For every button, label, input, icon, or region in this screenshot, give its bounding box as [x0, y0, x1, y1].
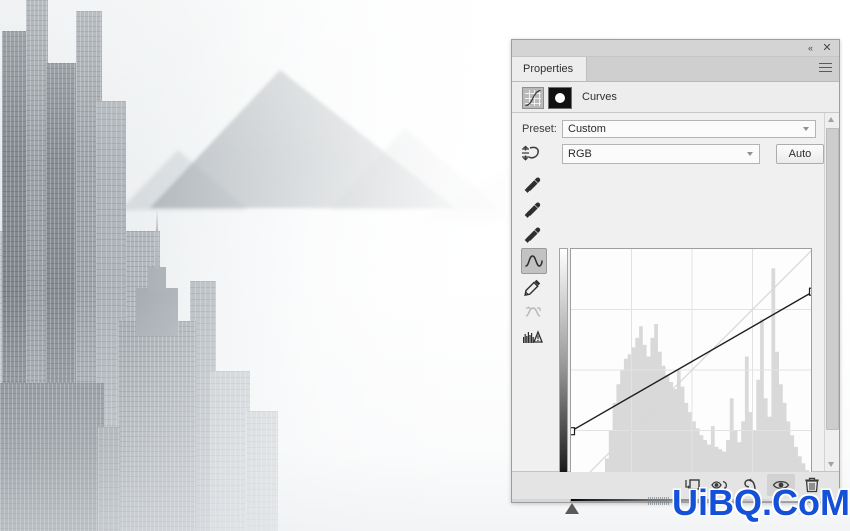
- curves-tool-column: [521, 173, 547, 350]
- scrollbar-thumb[interactable]: [826, 128, 839, 430]
- adjustment-title: Curves: [582, 91, 617, 103]
- panel-menu-icon[interactable]: [819, 63, 832, 74]
- sample-gray-point-eyedropper[interactable]: [521, 198, 545, 222]
- chevron-down-icon: [803, 127, 810, 131]
- panel-tab-row: Properties: [512, 57, 839, 82]
- on-image-adjustment-icon[interactable]: [520, 144, 542, 164]
- panel-titlebar: « ✕: [512, 40, 839, 57]
- curves-graph[interactable]: [570, 248, 812, 490]
- draw-curve-pencil-tool[interactable]: [521, 275, 545, 299]
- adjustment-header: Curves: [512, 82, 839, 113]
- curve-control-point[interactable]: [571, 427, 576, 436]
- channel-row: RGB Auto: [512, 144, 839, 164]
- preset-label: Preset:: [522, 123, 557, 135]
- empire-state-building-crown: [148, 267, 166, 293]
- curves-graph-area: Input: Output:: [559, 248, 813, 514]
- layer-mask-thumbnail[interactable]: [548, 87, 572, 109]
- sample-black-point-eyedropper[interactable]: [521, 173, 545, 197]
- watermark-text: UiBQ.CoM: [672, 482, 850, 523]
- tab-properties[interactable]: Properties: [512, 57, 588, 81]
- empire-state-building-body: [118, 321, 196, 531]
- preset-value: Custom: [568, 123, 606, 135]
- building: [246, 411, 278, 531]
- panel-scrollbar[interactable]: [824, 113, 839, 471]
- collapse-panel-icon[interactable]: «: [803, 41, 817, 55]
- building-foreground: [0, 383, 104, 531]
- curves-adjustment-icon: [522, 87, 544, 109]
- empire-state-building-spire: [155, 229, 159, 269]
- properties-panel: « ✕ Properties Curves Preset: Custom RGB…: [511, 39, 840, 514]
- panel-resize-grip[interactable]: [514, 489, 522, 497]
- building: [210, 371, 250, 531]
- preset-dropdown[interactable]: Custom: [562, 120, 816, 138]
- scroll-down-icon[interactable]: [825, 458, 838, 471]
- channel-value: RGB: [568, 148, 592, 160]
- auto-button[interactable]: Auto: [776, 144, 824, 164]
- edit-points-curve-tool[interactable]: [521, 248, 547, 274]
- curves-plot-svg[interactable]: [571, 249, 812, 490]
- panel-body: Preset: Custom RGB Auto: [512, 113, 839, 514]
- empire-state-building-antenna: [156, 209, 158, 231]
- close-panel-icon[interactable]: ✕: [820, 41, 834, 55]
- curve-control-point[interactable]: [808, 287, 813, 296]
- curves-display-options[interactable]: [521, 325, 545, 349]
- smooth-curve-values: [521, 300, 545, 324]
- chevron-down-icon: [747, 152, 754, 156]
- watermark-dots: [648, 497, 670, 505]
- sample-white-point-eyedropper[interactable]: [521, 223, 545, 247]
- scroll-up-icon[interactable]: [825, 113, 838, 126]
- empire-state-building-setback: [136, 288, 178, 336]
- photoshop-screen: UiBQ.CoM « ✕ Properties Curves Preset: C…: [0, 0, 850, 531]
- channel-dropdown[interactable]: RGB: [562, 144, 760, 164]
- black-point-slider[interactable]: [565, 503, 579, 514]
- building-foreground: [98, 427, 120, 531]
- preset-row: Preset: Custom: [512, 120, 839, 138]
- output-gradient-bar: [559, 248, 568, 490]
